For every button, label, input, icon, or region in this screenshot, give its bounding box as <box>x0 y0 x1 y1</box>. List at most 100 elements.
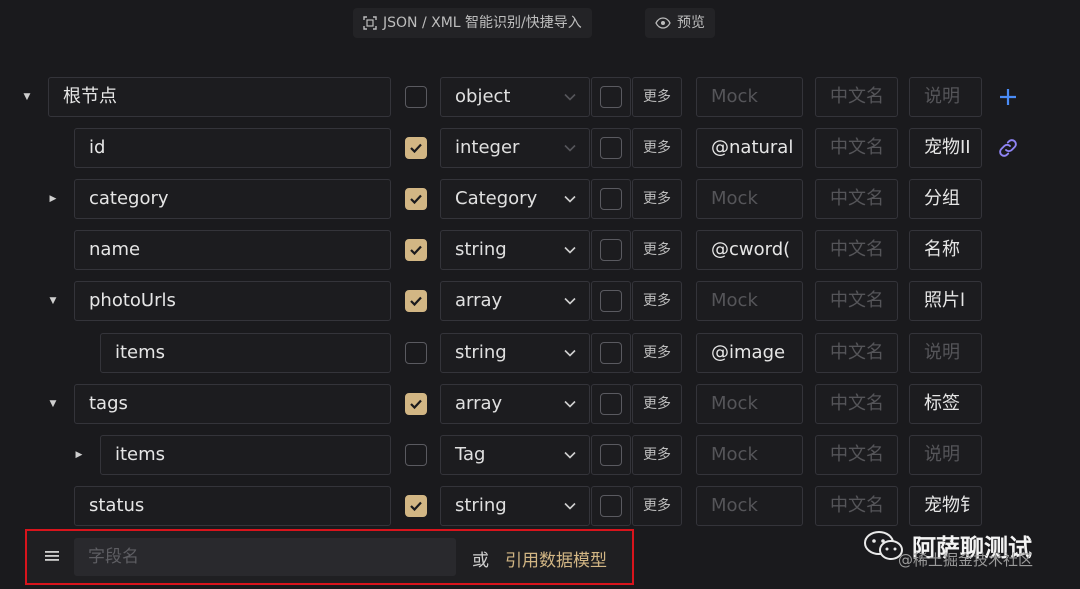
nullable-checkbox[interactable] <box>600 188 622 210</box>
field-name-box[interactable]: tags <box>74 384 391 424</box>
required-checkbox[interactable] <box>405 342 427 364</box>
more-button[interactable]: 更多 <box>632 384 682 424</box>
field-name-box[interactable]: 根节点 <box>48 77 391 117</box>
more-button[interactable]: 更多 <box>632 77 682 117</box>
more-button[interactable]: 更多 <box>632 230 682 270</box>
nullable-checkbox[interactable] <box>600 495 622 517</box>
field-name-input[interactable] <box>74 538 456 576</box>
mock-input[interactable]: @cword( <box>696 230 803 270</box>
type-select[interactable]: string <box>440 486 590 526</box>
caret-down-icon[interactable]: ▼ <box>46 294 60 308</box>
required-checkbox[interactable] <box>405 290 427 312</box>
caret-down-icon[interactable]: ▼ <box>46 397 60 411</box>
chinese-name-input[interactable]: 中文名 <box>815 333 898 373</box>
link-icon[interactable] <box>996 136 1020 160</box>
description-input[interactable]: 分组 <box>909 179 982 219</box>
description-input[interactable]: 说明 <box>909 435 982 475</box>
mock-input[interactable]: Mock <box>696 179 803 219</box>
caret-right-icon[interactable]: ▶ <box>46 192 60 206</box>
preview-label: 预览 <box>677 15 705 31</box>
type-value: string <box>455 239 507 260</box>
table-row: ▶ items Tag 更多 Mock 中文名 说明 <box>0 435 1080 475</box>
field-name-box[interactable]: category <box>74 179 391 219</box>
mock-input[interactable]: Mock <box>696 435 803 475</box>
hamburger-icon[interactable] <box>44 549 60 563</box>
mock-input[interactable]: Mock <box>696 486 803 526</box>
more-button[interactable]: 更多 <box>632 333 682 373</box>
plus-icon[interactable] <box>996 85 1020 109</box>
watermark-subtitle: @稀土掘金技术社区 <box>898 551 1034 569</box>
mock-input[interactable]: @image <box>696 333 803 373</box>
chinese-name-input[interactable]: 中文名 <box>815 179 898 219</box>
caret-down-icon[interactable]: ▼ <box>20 90 34 104</box>
mock-input[interactable]: Mock <box>696 384 803 424</box>
required-checkbox[interactable] <box>405 444 427 466</box>
field-name-box[interactable]: name <box>74 230 391 270</box>
more-button[interactable]: 更多 <box>632 486 682 526</box>
field-name-box[interactable]: id <box>74 128 391 168</box>
description-input[interactable]: 说明 <box>909 333 982 373</box>
type-select[interactable]: string <box>440 230 590 270</box>
field-name-box[interactable]: items <box>100 333 391 373</box>
description-input[interactable]: 名称 <box>909 230 982 270</box>
more-button[interactable]: 更多 <box>632 435 682 475</box>
chinese-name-input[interactable]: 中文名 <box>815 435 898 475</box>
required-checkbox[interactable] <box>405 495 427 517</box>
check-icon <box>410 501 422 512</box>
mock-input[interactable]: Mock <box>696 281 803 321</box>
caret-right-icon[interactable]: ▶ <box>72 448 86 462</box>
chinese-name-input[interactable]: 中文名 <box>815 128 898 168</box>
chinese-name-input[interactable]: 中文名 <box>815 281 898 321</box>
mock-input[interactable]: @natural <box>696 128 803 168</box>
description-input[interactable]: 宠物II <box>909 128 982 168</box>
more-button[interactable]: 更多 <box>632 128 682 168</box>
nullable-checkbox[interactable] <box>600 290 622 312</box>
field-name-box[interactable]: items <box>100 435 391 475</box>
chevron-down-icon <box>564 195 576 203</box>
reference-model-link[interactable]: 引用数据模型 <box>505 546 607 571</box>
type-value: array <box>455 393 503 414</box>
nullable-checkbox[interactable] <box>600 137 622 159</box>
nullable-checkbox[interactable] <box>600 342 622 364</box>
more-button[interactable]: 更多 <box>632 281 682 321</box>
chinese-name-input[interactable]: 中文名 <box>815 77 898 117</box>
description-input[interactable]: 说明 <box>909 77 982 117</box>
type-select[interactable]: array <box>440 384 590 424</box>
more-button[interactable]: 更多 <box>632 179 682 219</box>
nullable-checkbox[interactable] <box>600 444 622 466</box>
field-name-box[interactable]: status <box>74 486 391 526</box>
type-value: object <box>455 86 511 107</box>
nullable-cell <box>591 77 631 117</box>
chinese-name-input[interactable]: 中文名 <box>815 486 898 526</box>
description-input[interactable]: 宠物钅 <box>909 486 982 526</box>
type-select[interactable]: integer <box>440 128 590 168</box>
type-select[interactable]: string <box>440 333 590 373</box>
type-value: Tag <box>455 444 486 465</box>
field-name-box[interactable]: photoUrls <box>74 281 391 321</box>
required-checkbox[interactable] <box>405 137 427 159</box>
nullable-cell <box>591 281 631 321</box>
type-select[interactable]: object <box>440 77 590 117</box>
required-checkbox[interactable] <box>405 239 427 261</box>
nullable-checkbox[interactable] <box>600 393 622 415</box>
required-checkbox[interactable] <box>405 188 427 210</box>
type-select[interactable]: Tag <box>440 435 590 475</box>
import-button[interactable]: JSON / XML 智能识别/快捷导入 <box>353 8 592 38</box>
chinese-name-input[interactable]: 中文名 <box>815 384 898 424</box>
chevron-down-icon <box>564 144 576 152</box>
nullable-checkbox[interactable] <box>600 239 622 261</box>
required-checkbox[interactable] <box>405 86 427 108</box>
import-label: JSON / XML 智能识别/快捷导入 <box>383 15 582 31</box>
description-input[interactable]: 照片l <box>909 281 982 321</box>
nullable-cell <box>591 230 631 270</box>
type-select[interactable]: Category <box>440 179 590 219</box>
description-input[interactable]: 标签 <box>909 384 982 424</box>
preview-button[interactable]: 预览 <box>645 8 715 38</box>
chinese-name-input[interactable]: 中文名 <box>815 230 898 270</box>
type-value: string <box>455 495 507 516</box>
mock-input[interactable]: Mock <box>696 77 803 117</box>
check-icon <box>410 194 422 205</box>
type-select[interactable]: array <box>440 281 590 321</box>
required-checkbox[interactable] <box>405 393 427 415</box>
nullable-checkbox[interactable] <box>600 86 622 108</box>
